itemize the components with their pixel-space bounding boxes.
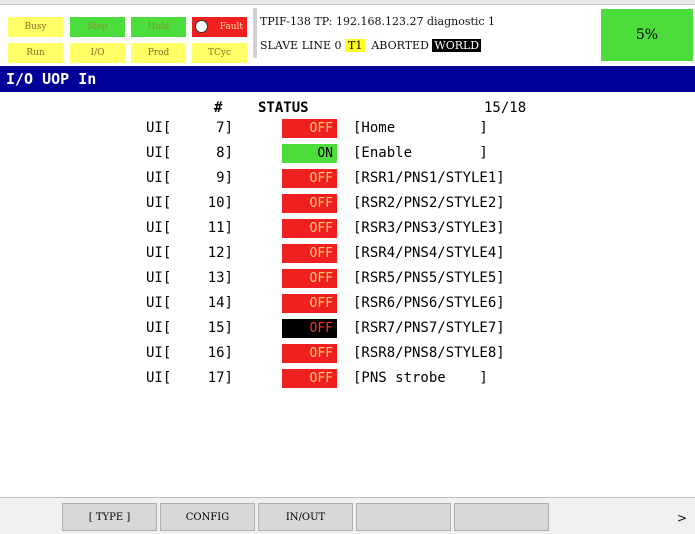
io-table: # STATUS 15/18 UI[ 7] OFF [Home ] UI[ 8]…: [0, 95, 695, 497]
mode-badge: T1: [345, 39, 366, 52]
indicator-prod: Prod: [131, 43, 186, 63]
next-page-icon[interactable]: >: [677, 511, 687, 525]
signal-comment[interactable]: [RSR4/PNS4/STYLE4]: [353, 243, 505, 263]
signal-number: 17]: [207, 370, 233, 386]
program-status: ABORTED: [371, 39, 429, 52]
table-row[interactable]: UI[ 12] OFF [RSR4/PNS4/STYLE4]: [0, 243, 695, 263]
indicator-hold: Hold: [131, 17, 186, 37]
table-row[interactable]: UI[ 14] OFF [RSR6/PNS6/STYLE6]: [0, 293, 695, 313]
indicator-io: I/O: [70, 43, 125, 63]
signal-status[interactable]: OFF: [282, 119, 337, 138]
signal-status[interactable]: OFF: [282, 369, 337, 388]
indicator-run: Run: [8, 43, 63, 63]
fault-lamp-icon: [195, 20, 208, 33]
signal-comment[interactable]: [RSR1/PNS1/STYLE1]: [353, 168, 505, 188]
signal-status[interactable]: OFF: [282, 344, 337, 363]
signal-comment[interactable]: [Enable ]: [353, 143, 488, 163]
signal-number: 13]: [207, 270, 233, 286]
signal-number: 14]: [207, 295, 233, 311]
signal-comment[interactable]: [Home ]: [353, 118, 488, 138]
signal-number: 11]: [207, 220, 233, 236]
signal-comment[interactable]: [RSR6/PNS6/STYLE6]: [353, 293, 505, 313]
softkey-f5[interactable]: [454, 503, 549, 531]
signal-status[interactable]: OFF: [282, 194, 337, 213]
signal-status[interactable]: OFF: [282, 244, 337, 263]
signal-type: UI[: [146, 195, 172, 211]
indicator-tcyc: TCyc: [192, 43, 247, 63]
table-row[interactable]: UI[ 10] OFF [RSR2/PNS2/STYLE2]: [0, 193, 695, 213]
signal-number: 12]: [207, 245, 233, 261]
signal-number: 10]: [207, 195, 233, 211]
column-header-number: #: [214, 100, 223, 116]
signal-number: 16]: [207, 345, 233, 361]
slave-line-text: SLAVE LINE 0: [260, 39, 342, 52]
signal-status-cursor[interactable]: OFF: [282, 319, 337, 338]
table-row[interactable]: UI[ 7] OFF [Home ]: [0, 118, 695, 138]
signal-comment[interactable]: [RSR2/PNS2/STYLE2]: [353, 193, 505, 213]
signal-status[interactable]: OFF: [282, 269, 337, 288]
softkey-in-out[interactable]: IN/OUT: [258, 503, 353, 531]
signal-status[interactable]: OFF: [282, 219, 337, 238]
signal-type: UI[: [146, 245, 172, 261]
screen-title: I/O UOP In: [0, 66, 695, 92]
function-key-bar: [ TYPE ] CONFIG IN/OUT >: [0, 497, 695, 534]
table-row[interactable]: UI[ 17] OFF [PNS strobe ]: [0, 368, 695, 388]
indicator-fault: Fault: [192, 17, 247, 37]
signal-comment[interactable]: [RSR7/PNS7/STYLE7]: [353, 318, 505, 338]
indicator-step: Step: [70, 17, 125, 37]
signal-type: UI[: [146, 320, 172, 336]
signal-type: UI[: [146, 345, 172, 361]
signal-status[interactable]: OFF: [282, 169, 337, 188]
softkey-f4[interactable]: [356, 503, 451, 531]
frame-badge: WORLD: [432, 39, 482, 52]
signal-comment[interactable]: [RSR5/PNS5/STYLE5]: [353, 268, 505, 288]
signal-type: UI[: [146, 170, 172, 186]
signal-status[interactable]: OFF: [282, 294, 337, 313]
table-row[interactable]: UI[ 11] OFF [RSR3/PNS3/STYLE3]: [0, 218, 695, 238]
signal-comment[interactable]: [RSR8/PNS8/STYLE8]: [353, 343, 505, 363]
signal-type: UI[: [146, 145, 172, 161]
table-row[interactable]: UI[ 8] ON [Enable ]: [0, 143, 695, 163]
message-line-1: TPIF-138 TP: 192.168.123.27 diagnostic 1: [260, 15, 496, 28]
signal-number: 15]: [207, 320, 233, 336]
signal-type: UI[: [146, 270, 172, 286]
signal-comment[interactable]: [RSR3/PNS3/STYLE3]: [353, 218, 505, 238]
signal-status[interactable]: ON: [282, 144, 337, 163]
table-row[interactable]: UI[ 13] OFF [RSR5/PNS5/STYLE5]: [0, 268, 695, 288]
message-line-2: SLAVE LINE 0 T1 ABORTED WORLD: [260, 39, 482, 52]
softkey-type[interactable]: [ TYPE ]: [62, 503, 157, 531]
signal-type: UI[: [146, 120, 172, 136]
table-row[interactable]: UI[ 16] OFF [RSR8/PNS8/STYLE8]: [0, 343, 695, 363]
signal-comment[interactable]: [PNS strobe ]: [353, 368, 488, 388]
separator: [253, 8, 257, 58]
signal-type: UI[: [146, 295, 172, 311]
page-indicator: 15/18: [484, 100, 527, 116]
signal-number: 7]: [216, 120, 233, 136]
table-row[interactable]: UI[ 9] OFF [RSR1/PNS1/STYLE1]: [0, 168, 695, 188]
indicator-busy: Busy: [8, 17, 63, 37]
signal-number: 8]: [216, 145, 233, 161]
table-row-selected[interactable]: UI[ 15] OFF [RSR7/PNS7/STYLE7]: [0, 318, 695, 338]
column-header-status: STATUS: [258, 100, 309, 116]
signal-number: 9]: [216, 170, 233, 186]
softkey-config[interactable]: CONFIG: [160, 503, 255, 531]
override-percent[interactable]: 5%: [601, 9, 693, 61]
top-border: [0, 0, 695, 5]
signal-type: UI[: [146, 370, 172, 386]
signal-type: UI[: [146, 220, 172, 236]
